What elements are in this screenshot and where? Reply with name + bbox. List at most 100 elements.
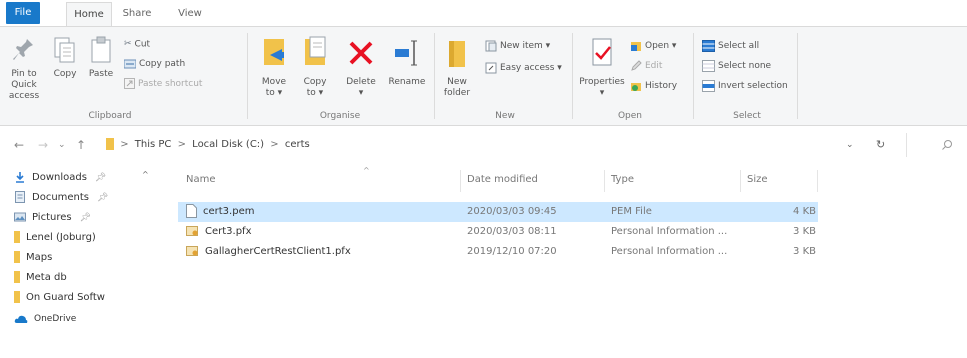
invert-selection-button[interactable]: Invert selection	[702, 79, 788, 93]
nav-item-meta-db[interactable]: Meta db	[14, 268, 148, 288]
open-icon	[631, 41, 641, 51]
nav-item-documents[interactable]: Documents 📌︎	[14, 188, 148, 208]
new-folder-label-2: folder	[443, 88, 471, 98]
file-name: Cert3.pfx	[205, 226, 252, 237]
pin-icon[interactable]: 📌︎	[95, 173, 106, 183]
properties-dropdown-arrow[interactable]: ▾	[578, 88, 626, 99]
file-name: cert3.pem	[203, 206, 255, 217]
history-icon	[631, 82, 641, 91]
breadcrumb-certs[interactable]: certs	[285, 139, 310, 150]
paste-shortcut-button[interactable]: Paste shortcut	[124, 77, 202, 91]
column-divider[interactable]	[740, 170, 741, 192]
open-label: Open ▾	[645, 41, 677, 51]
select-all-icon	[702, 39, 715, 52]
pin-to-quick-access-button[interactable]: Pin to Quick access	[2, 35, 46, 102]
search-box[interactable]	[906, 133, 967, 157]
pin-icon[interactable]: 📌︎	[97, 193, 108, 203]
copy-path-button[interactable]: Copy path	[124, 57, 185, 71]
group-divider	[247, 33, 248, 119]
new-folder-button[interactable]: New folder	[440, 35, 474, 99]
navigation-pane: Downloads 📌︎ Documents 📌︎ Pictures 📌︎ Lenel…	[0, 166, 150, 358]
address-bar[interactable]: > This PC > Local Disk (C:) > certs	[106, 133, 836, 157]
copy-to-button[interactable]: Copy to ▾	[296, 35, 334, 99]
rename-button[interactable]: Rename	[384, 35, 430, 88]
new-item-label: New item ▾	[500, 41, 551, 51]
pin-label-line1: Pin to Quick	[11, 69, 37, 90]
pin-icon[interactable]: 📌︎	[80, 213, 91, 223]
nav-item-on-guard-software[interactable]: On Guard Softw	[14, 288, 148, 308]
select-none-button[interactable]: Select none	[702, 59, 771, 73]
cut-button[interactable]: ✂ Cut	[124, 37, 150, 51]
nav-item-pictures[interactable]: Pictures 📌︎	[14, 208, 148, 228]
nav-item-downloads[interactable]: Downloads 📌︎	[14, 168, 148, 188]
new-group-label: New	[495, 111, 515, 121]
nav-item-maps[interactable]: Maps	[14, 248, 148, 268]
table-row[interactable]: cert3.pem 2020/03/03 09:45 PEM File 4 KB	[178, 202, 818, 222]
address-history-chevron-icon[interactable]: ⌄	[846, 140, 854, 150]
address-row: ← → ⌄ ↑ > This PC > Local Disk (C:) > ce…	[0, 130, 967, 160]
invert-selection-icon	[702, 79, 715, 92]
file-type: Personal Information ...	[611, 226, 728, 237]
up-arrow-icon[interactable]: ↑	[76, 138, 86, 152]
column-header-size[interactable]: Size	[747, 174, 768, 185]
properties-button[interactable]: Properties ▾	[578, 35, 626, 99]
onedrive-icon	[14, 315, 28, 323]
copy-to-label-1: Copy	[303, 77, 327, 87]
column-header-date-modified[interactable]: Date modified	[467, 174, 538, 185]
easy-access-label: Easy access ▾	[500, 63, 562, 73]
delete-dropdown-arrow[interactable]: ▾	[341, 88, 381, 99]
column-divider[interactable]	[604, 170, 605, 192]
nav-item-label: Maps	[26, 252, 53, 263]
table-row[interactable]: GallagherCertRestClient1.pfx 2019/12/10 …	[178, 242, 818, 262]
recent-locations-chevron-icon[interactable]: ⌄	[58, 140, 66, 150]
tab-home[interactable]: Home	[66, 2, 112, 27]
folder-icon	[14, 291, 20, 303]
breadcrumb-separator[interactable]: >	[120, 139, 128, 150]
copy-to-label-2: to ▾	[306, 88, 324, 98]
rename-icon	[395, 40, 417, 66]
paste-label: Paste	[88, 69, 114, 79]
nav-item-label: Downloads	[32, 172, 87, 183]
forward-arrow-icon[interactable]: →	[38, 138, 48, 152]
breadcrumb-separator[interactable]: >	[270, 139, 278, 150]
breadcrumb-separator[interactable]: >	[178, 139, 186, 150]
copy-button[interactable]: Copy	[48, 35, 82, 80]
breadcrumb-local-disk[interactable]: Local Disk (C:)	[192, 139, 264, 150]
open-button[interactable]: Open ▾	[630, 39, 676, 53]
delete-button[interactable]: Delete ▾	[341, 35, 381, 99]
folder-icon	[14, 231, 20, 243]
edit-button[interactable]: Edit	[630, 59, 662, 73]
paste-shortcut-icon	[124, 78, 135, 89]
column-header-name[interactable]: Name	[186, 174, 216, 185]
column-divider[interactable]	[817, 170, 818, 192]
select-all-label: Select all	[718, 41, 760, 51]
select-group-label: Select	[733, 111, 761, 121]
refresh-icon[interactable]: ↻	[876, 138, 885, 151]
history-button[interactable]: History	[630, 79, 677, 93]
tab-view[interactable]: View	[172, 2, 208, 26]
move-to-button[interactable]: Move to ▾	[255, 35, 293, 99]
column-header-type[interactable]: Type	[611, 174, 634, 185]
tab-file[interactable]: File	[6, 2, 40, 24]
easy-access-button[interactable]: Easy access ▾	[485, 61, 562, 75]
delete-label: Delete	[346, 77, 376, 87]
nav-pane-scrollbar[interactable]: ^	[142, 166, 149, 358]
breadcrumb-this-pc[interactable]: This PC	[135, 139, 172, 150]
file-date-modified: 2019/12/10 07:20	[467, 246, 557, 257]
select-all-button[interactable]: Select all	[702, 39, 759, 53]
nav-item-lenel-joburg[interactable]: Lenel (Joburg)	[14, 228, 148, 248]
back-arrow-icon[interactable]: ←	[14, 138, 24, 152]
move-to-label-1: Move	[261, 77, 287, 87]
file-list: ^ Name Date modified Type Size cert3.pem…	[170, 166, 967, 358]
download-icon	[16, 172, 24, 183]
new-folder-icon	[449, 41, 465, 67]
folder-icon	[106, 138, 114, 150]
nav-item-onedrive[interactable]: OneDrive	[14, 312, 148, 326]
table-row[interactable]: Cert3.pfx 2020/03/03 08:11 Personal Info…	[178, 222, 818, 242]
paste-button[interactable]: Paste	[84, 35, 118, 80]
scroll-up-arrow-icon[interactable]: ^	[142, 170, 149, 179]
tab-share[interactable]: Share	[117, 2, 157, 26]
column-divider[interactable]	[460, 170, 461, 192]
new-item-button[interactable]: New item ▾	[485, 39, 550, 53]
organise-group-label: Organise	[319, 111, 361, 121]
